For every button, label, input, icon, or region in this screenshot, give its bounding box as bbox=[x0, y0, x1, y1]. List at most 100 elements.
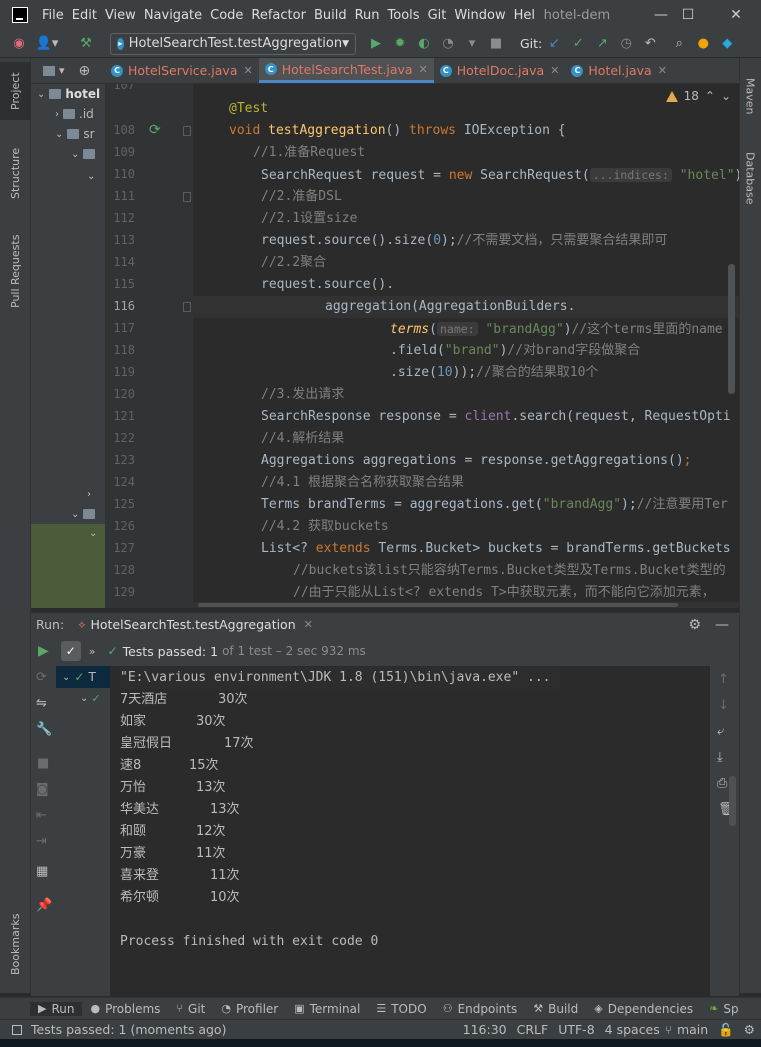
debug-icon[interactable]: ✹ bbox=[391, 35, 409, 53]
horizontal-scroll-thumb[interactable] bbox=[198, 603, 678, 607]
tree-item-src[interactable]: ⌄ sr bbox=[55, 124, 95, 144]
bottom-tab-spring[interactable]: ❧ Sp bbox=[701, 1002, 738, 1016]
tree-item-main[interactable]: ⌄ bbox=[71, 144, 99, 164]
vertical-scroll-thumb[interactable] bbox=[728, 264, 735, 394]
tab-hotel[interactable]: C Hotel.java ✕ bbox=[565, 58, 673, 83]
import-icon[interactable]: ⇥ bbox=[36, 834, 47, 849]
tool-tab-structure[interactable]: Structure bbox=[0, 138, 31, 208]
run-config-select[interactable]: ▸ HotelSearchTest.testAggregation ▼ bbox=[110, 32, 356, 55]
menu-build[interactable]: Build bbox=[310, 8, 351, 23]
arrow-down-icon[interactable]: ↓ bbox=[718, 698, 729, 713]
search-icon[interactable]: ⌕ bbox=[670, 35, 688, 53]
menu-refactor[interactable]: Refactor bbox=[247, 8, 310, 23]
indent-setting[interactable]: 4 spaces bbox=[600, 1022, 665, 1037]
hide-panel-icon[interactable]: — bbox=[715, 617, 729, 633]
target-icon[interactable]: ⊕ bbox=[79, 63, 91, 79]
bottom-tab-git[interactable]: ⑂ Git bbox=[168, 1002, 213, 1016]
bottom-tab-endpoints[interactable]: ⚇ Endpoints bbox=[435, 1002, 526, 1016]
stop-icon[interactable]: ■ bbox=[487, 35, 505, 53]
tree-selection[interactable]: ⌄ bbox=[31, 524, 105, 608]
bottom-tab-terminal[interactable]: ▣ Terminal bbox=[286, 1002, 368, 1016]
menu-edit[interactable]: Edit bbox=[68, 8, 101, 23]
close-window-button[interactable]: ✕ bbox=[716, 0, 756, 30]
tree-item-test[interactable]: ⌄ bbox=[71, 504, 99, 524]
tab-hotel-service[interactable]: C HotelService.java ✕ bbox=[105, 58, 259, 83]
lock-icon[interactable]: 🔓 bbox=[713, 1022, 739, 1038]
tab-hotel-search-test[interactable]: C HotelSearchTest.java ✕ bbox=[258, 58, 434, 83]
tool-tab-database[interactable]: Database bbox=[739, 142, 761, 214]
export-icon[interactable]: ⇤ bbox=[36, 808, 47, 823]
close-icon[interactable]: ✕ bbox=[304, 618, 313, 631]
git-history-icon[interactable]: ◷ bbox=[617, 35, 635, 53]
git-branch[interactable]: main bbox=[672, 1022, 713, 1037]
line-separator[interactable]: CRLF bbox=[512, 1022, 554, 1037]
tool-tab-pull-requests[interactable]: Pull Requests bbox=[0, 226, 31, 316]
menu-view[interactable]: View bbox=[101, 8, 140, 23]
code-editor[interactable]: 18 ⌃ ⌄ @Test void testAggregation() thro… bbox=[193, 84, 739, 608]
stop-icon[interactable]: ■ bbox=[37, 756, 49, 771]
run-test-gutter-icon[interactable]: ⟳ bbox=[149, 122, 161, 138]
file-encoding[interactable]: UTF-8 bbox=[553, 1022, 599, 1037]
fold-icon[interactable] bbox=[183, 126, 191, 136]
bottom-tab-build[interactable]: ⚒ Build bbox=[525, 1002, 586, 1016]
rerun-icon[interactable]: ▶ bbox=[38, 643, 49, 659]
close-icon[interactable]: ✕ bbox=[658, 64, 667, 77]
close-icon[interactable]: ✕ bbox=[243, 64, 252, 77]
layout-icon[interactable]: ▦ bbox=[36, 864, 48, 879]
menu-help[interactable]: Help bbox=[510, 8, 536, 23]
toolbox-icon[interactable]: ◆ bbox=[718, 35, 736, 53]
user-icon[interactable]: 👤▾ bbox=[34, 35, 60, 53]
tab-hotel-doc[interactable]: C HotelDoc.java ✕ bbox=[434, 58, 566, 83]
menu-code[interactable]: Code bbox=[206, 8, 247, 23]
menu-navigate[interactable]: Navigate bbox=[140, 8, 206, 23]
tool-window-toggle-icon[interactable] bbox=[12, 1024, 22, 1035]
inspection-widget[interactable]: 18 ⌃ ⌄ bbox=[665, 89, 731, 103]
project-dropdown-icon[interactable]: ▾ bbox=[59, 64, 65, 77]
menu-file[interactable]: File bbox=[38, 8, 68, 23]
tool-tab-bookmarks[interactable]: Bookmarks bbox=[0, 904, 31, 984]
bottom-tab-problems[interactable]: ● Problems bbox=[82, 1002, 168, 1016]
menu-window[interactable]: Window bbox=[450, 8, 509, 23]
menu-git[interactable]: Git bbox=[424, 8, 451, 23]
wrench-icon[interactable]: 🔧 bbox=[36, 722, 52, 737]
console-scroll-thumb[interactable] bbox=[729, 776, 736, 826]
show-passed-toggle[interactable]: ✓ bbox=[60, 641, 81, 661]
run-icon[interactable]: ▶ bbox=[367, 35, 385, 53]
bottom-tab-run[interactable]: ▶ Run bbox=[30, 1001, 83, 1016]
close-icon[interactable]: ✕ bbox=[419, 63, 428, 76]
git-commit-icon[interactable]: ✓ bbox=[569, 35, 587, 53]
git-push-icon[interactable]: ↗ bbox=[593, 35, 611, 53]
test-tree-row-root[interactable]: ⌄ ✓ T bbox=[56, 666, 110, 688]
rerun-failed-icon[interactable]: ⟳ bbox=[36, 670, 47, 685]
tool-tab-maven[interactable]: Maven bbox=[739, 66, 761, 126]
bottom-tab-todo[interactable]: ☰ TODO bbox=[368, 1002, 434, 1016]
profile-icon[interactable]: ◔ bbox=[439, 35, 457, 53]
git-rollback-icon[interactable]: ↶ bbox=[641, 35, 659, 53]
fold-icon[interactable] bbox=[183, 302, 191, 312]
chevron-up-icon[interactable]: ⌃ bbox=[705, 89, 715, 103]
scroll-to-end-icon[interactable]: ⤓ bbox=[717, 750, 723, 765]
more-icon[interactable]: » bbox=[89, 645, 96, 658]
soft-wrap-icon[interactable]: ⤶ bbox=[717, 724, 724, 739]
status-message[interactable]: Tests passed: 1 (moments ago) bbox=[26, 1022, 231, 1037]
tree-root[interactable]: ⌄ hotel bbox=[37, 84, 100, 104]
tree-item-idea[interactable]: › .id bbox=[55, 104, 94, 124]
pin-icon[interactable]: 📌 bbox=[36, 898, 52, 913]
fold-icon[interactable] bbox=[183, 192, 191, 202]
console-output[interactable]: "E:\various environment\JDK 1.8 (151)\bi… bbox=[110, 666, 710, 996]
camera-icon[interactable]: ◙ bbox=[36, 782, 49, 797]
test-tree-row-class[interactable]: ⌄ ✓ bbox=[56, 688, 110, 708]
more-run-icon[interactable]: ▾ bbox=[463, 35, 481, 53]
menu-run[interactable]: Run bbox=[351, 8, 384, 23]
toggle-autotest-icon[interactable]: ⇋ bbox=[36, 696, 47, 711]
run-tab[interactable]: ⟡ HotelSearchTest.testAggregation ✕ bbox=[78, 617, 313, 632]
tree-item-resources[interactable]: › bbox=[87, 484, 91, 504]
notifications-icon[interactable]: ⚙ bbox=[739, 1022, 761, 1037]
close-icon[interactable]: ✕ bbox=[550, 64, 559, 77]
gear-icon[interactable]: ⚙ bbox=[688, 617, 701, 633]
vcs-icon[interactable]: ◉ bbox=[10, 35, 28, 53]
bottom-tab-dependencies[interactable]: ◈ Dependencies bbox=[586, 1002, 701, 1016]
update-icon[interactable]: ● bbox=[694, 35, 712, 53]
tree-item-java[interactable]: ⌄ bbox=[87, 166, 95, 186]
caret-position[interactable]: 116:30 bbox=[458, 1022, 512, 1037]
